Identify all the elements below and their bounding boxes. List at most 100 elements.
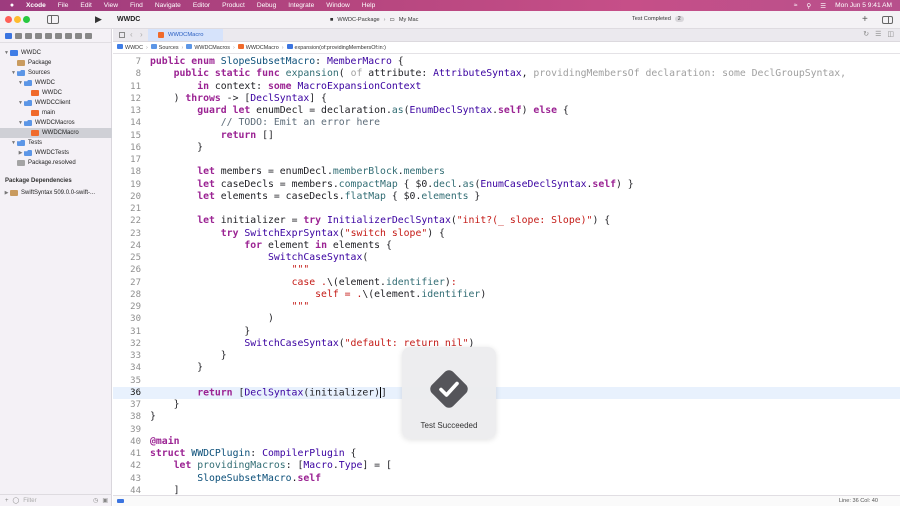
- chevron-down-icon[interactable]: ▼: [3, 50, 10, 56]
- code-line[interactable]: 25 SwitchCaseSyntax(: [113, 252, 900, 264]
- code-line[interactable]: 37 }: [113, 399, 900, 411]
- related-items-icon[interactable]: [119, 32, 125, 38]
- chevron-down-icon[interactable]: ▼: [10, 140, 17, 146]
- close-window-button[interactable]: [5, 16, 12, 23]
- source-editor[interactable]: 7 public enum SlopeSubsetMacro: MemberMac…: [113, 55, 900, 495]
- code-line[interactable]: 12 ) throws -> [DeclSyntax] {: [113, 93, 900, 105]
- chevron-right-icon[interactable]: ▶: [17, 150, 24, 156]
- code-line[interactable]: 32 SwitchCaseSyntax("default: return nil…: [113, 338, 900, 350]
- tree-row-package[interactable]: Package: [0, 58, 112, 68]
- chevron-down-icon[interactable]: ▼: [17, 80, 24, 86]
- clock[interactable]: Mon Jun 5 9:41 AM: [835, 2, 892, 9]
- recent-files-icon[interactable]: ◷: [93, 497, 98, 504]
- code-line[interactable]: 24 for element in elements {: [113, 240, 900, 252]
- code-line[interactable]: 20 let elements = caseDecls.flatMap { $0…: [113, 191, 900, 203]
- code-line[interactable]: 17: [113, 154, 900, 166]
- tree-row-main[interactable]: main: [0, 108, 112, 118]
- tree-row-wwdc-folder[interactable]: ▼ WWDC: [0, 78, 112, 88]
- editor-options-icon[interactable]: ☰: [875, 30, 881, 38]
- menu-view[interactable]: View: [104, 2, 118, 9]
- tree-row-tests[interactable]: ▼ Tests: [0, 138, 112, 148]
- source-control-icon[interactable]: [15, 32, 22, 39]
- code-line[interactable]: 43 SlopeSubsetMacro.self: [113, 473, 900, 485]
- code-line[interactable]: 16 }: [113, 142, 900, 154]
- code-line[interactable]: 11 in context: some MacroExpansionContex…: [113, 81, 900, 93]
- code-line[interactable]: 18 let members = enumDecl.memberBlock.me…: [113, 166, 900, 178]
- code-line[interactable]: 40 @main: [113, 436, 900, 448]
- code-line[interactable]: 29 """: [113, 301, 900, 313]
- tree-row-wwdcmacro[interactable]: WWDCMacro: [0, 128, 112, 138]
- menu-integrate[interactable]: Integrate: [288, 2, 314, 9]
- jump-bar-item-project[interactable]: WWDC: [117, 44, 143, 51]
- code-line[interactable]: 27 case .\(element.identifier):: [113, 277, 900, 289]
- issue-icon[interactable]: [45, 32, 52, 39]
- navigator-toggle-icon[interactable]: [47, 15, 59, 24]
- menu-file[interactable]: File: [58, 2, 69, 9]
- code-line[interactable]: 7 public enum SlopeSubsetMacro: MemberMac…: [113, 56, 900, 68]
- tree-row-wwdc-file[interactable]: WWDC: [0, 88, 112, 98]
- code-line[interactable]: 8 public static func expansion( of attri…: [113, 68, 900, 81]
- code-line[interactable]: 38}: [113, 411, 900, 423]
- activity-status[interactable]: Test Completed 2: [632, 16, 684, 22]
- debug-area-toggle-icon[interactable]: [117, 499, 124, 503]
- jump-bar-item-method[interactable]: expansion(of:providingMembersOf:in:): [286, 44, 386, 51]
- tree-row-wwdc-project[interactable]: ▼ WWDC: [0, 48, 112, 58]
- filter-input[interactable]: Filter: [23, 498, 89, 504]
- code-line[interactable]: 28 self = .\(element.identifier): [113, 289, 900, 301]
- menu-editor[interactable]: Editor: [193, 2, 210, 9]
- run-button[interactable]: ▶: [95, 14, 102, 25]
- code-line[interactable]: 14 // TODO: Emit an error here: [113, 117, 900, 129]
- scm-filter-icon[interactable]: ▣: [102, 497, 108, 504]
- code-line[interactable]: 26 """: [113, 264, 900, 276]
- forward-icon[interactable]: ›: [140, 30, 143, 39]
- find-icon[interactable]: [35, 32, 42, 39]
- back-icon[interactable]: ‹: [130, 30, 133, 39]
- search-icon[interactable]: ⚲: [806, 2, 811, 10]
- chevron-right-icon[interactable]: ▶: [3, 190, 10, 196]
- tree-row-swiftsyntax[interactable]: ▶ SwiftSyntax 509.0.0-swift-...: [0, 188, 112, 198]
- tree-row-wwdcmacros[interactable]: ▼ WWDCMacros: [0, 118, 112, 128]
- code-line[interactable]: 19 let caseDecls = members.compactMap { …: [113, 179, 900, 191]
- chevron-down-icon[interactable]: ▼: [17, 120, 24, 126]
- code-line[interactable]: 30 ): [113, 313, 900, 325]
- jump-bar-item-wwdcmacro[interactable]: WWDCMacro: [237, 44, 279, 51]
- menu-debug[interactable]: Debug: [257, 2, 276, 9]
- add-icon[interactable]: +: [862, 14, 868, 25]
- code-line[interactable]: 42 let providingMacros: [Macro.Type] = [: [113, 460, 900, 472]
- code-line[interactable]: 22 let initializer = try InitializerDecl…: [113, 215, 900, 227]
- symbol-icon[interactable]: [25, 32, 32, 39]
- menu-find[interactable]: Find: [130, 2, 143, 9]
- scheme-selector[interactable]: ■ WWDC-Package › ▭ My Mac: [330, 15, 418, 25]
- code-line[interactable]: 35: [113, 375, 900, 387]
- chevron-down-icon[interactable]: ▼: [17, 100, 24, 106]
- wifi-icon[interactable]: ≈: [794, 2, 798, 9]
- tree-row-package-resolved[interactable]: Package.resolved: [0, 158, 112, 168]
- inspector-toggle-icon[interactable]: [882, 16, 893, 24]
- jump-bar-item-wwdcmacros[interactable]: WWDCMacros: [186, 44, 230, 51]
- folder-icon[interactable]: [5, 32, 12, 39]
- tree-row-wwdctests[interactable]: ▶ WWDCTests: [0, 148, 112, 158]
- menu-app[interactable]: Xcode: [26, 2, 46, 9]
- code-line[interactable]: 33 }: [113, 350, 900, 362]
- jump-bar-item-sources[interactable]: Sources: [150, 44, 179, 51]
- code-line[interactable]: 39: [113, 424, 900, 436]
- debug-icon[interactable]: [65, 32, 72, 39]
- code-line[interactable]: 34 }: [113, 362, 900, 374]
- code-line[interactable]: 44 ]: [113, 485, 900, 495]
- tab-wwdcmacro[interactable]: WWDCMacro: [148, 29, 223, 41]
- code-line[interactable]: 13 guard let enumDecl = declaration.as(E…: [113, 105, 900, 117]
- control-center-icon[interactable]: ☰: [820, 2, 826, 10]
- destination-name[interactable]: My Mac: [399, 17, 419, 23]
- minimize-window-button[interactable]: [14, 16, 21, 23]
- tree-row-wwdcclient[interactable]: ▼ WWDCClient: [0, 98, 112, 108]
- code-line[interactable]: 41 struct WWDCPlugin: CompilerPlugin {: [113, 448, 900, 460]
- tree-row-sources[interactable]: ▼ Sources: [0, 68, 112, 78]
- add-file-icon[interactable]: +: [5, 498, 9, 504]
- code-line[interactable]: 36 return [DeclSyntax(initializer)]: [113, 386, 900, 399]
- test-icon[interactable]: [55, 32, 62, 39]
- apple-menu-icon[interactable]: ●: [7, 2, 17, 9]
- code-line[interactable]: 21: [113, 203, 900, 215]
- menu-navigate[interactable]: Navigate: [155, 2, 181, 9]
- code-line[interactable]: 31 }: [113, 326, 900, 338]
- menu-product[interactable]: Product: [222, 2, 245, 9]
